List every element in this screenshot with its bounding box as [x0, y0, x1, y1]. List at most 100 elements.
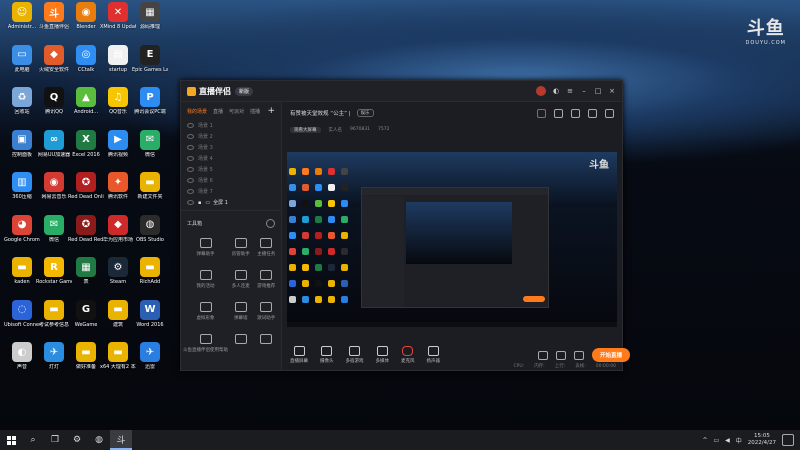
desktop-icon[interactable]: ▦ 源码推理 — [132, 2, 168, 42]
bell-icon[interactable] — [588, 108, 597, 118]
taskbar-search-icon[interactable]: ⌕ — [22, 430, 44, 450]
desktop-icon[interactable]: ▬ 做好准备 — [68, 342, 104, 382]
tab-insert[interactable]: 插播 — [250, 108, 260, 115]
eye-icon[interactable] — [187, 189, 194, 194]
tool-item[interactable]: 我的活动 — [183, 266, 228, 294]
desktop-icon[interactable]: ▥ 360压缩 — [4, 172, 40, 212]
stream-title[interactable]: 有赞被天堂效规 “公主” | — [290, 109, 351, 117]
desktop-icon[interactable]: ☺ Administr... — [4, 2, 40, 42]
desktop-icon[interactable]: ▲ Android... — [68, 87, 104, 127]
eye-icon[interactable] — [187, 123, 194, 128]
add-scene-icon[interactable]: + — [267, 106, 275, 116]
settings-icon[interactable] — [573, 350, 584, 360]
desktop-icon[interactable]: ◐ 声音 — [4, 342, 40, 382]
close-icon[interactable]: × — [608, 87, 616, 95]
tool-item[interactable]: 多人连麦 — [228, 266, 254, 294]
tool-item[interactable]: 房管助手 — [228, 234, 254, 262]
scene-item[interactable]: 场景 1 — [181, 120, 281, 131]
stream-preview[interactable]: 斗鱼 — [287, 152, 617, 327]
scene-item[interactable]: 场景 3 — [181, 142, 281, 153]
skin-icon[interactable]: ◐ — [552, 87, 560, 95]
desktop-icon[interactable]: ◕ Google Chrome — [4, 214, 40, 255]
menu-icon[interactable]: ≡ — [566, 87, 574, 95]
desktop-icon[interactable]: ▬ RichAdd — [132, 257, 168, 297]
desktop-icon[interactable]: ♻ 回收站 — [4, 87, 40, 127]
message-icon[interactable] — [571, 108, 580, 118]
desktop-icon[interactable]: ▣ 控制面板 — [4, 129, 40, 170]
tool-item[interactable] — [228, 330, 254, 358]
desktop-icon[interactable]: ▶ 腾讯视频 — [100, 129, 136, 170]
desktop-icon[interactable]: ✪ Red Dead Online — [68, 172, 104, 212]
desktop-icon[interactable]: ▬ 考试参考信息 — [36, 299, 72, 340]
taskbar-settings-icon[interactable]: ⚙ — [66, 430, 88, 450]
live-companion-window[interactable]: 直播伴侣 新版 ◐ ≡ – □ × 我的场景 直播 可派对 插播 + 场景 1场… — [180, 80, 630, 371]
desktop-icon[interactable]: EEpic Games Launcher — [132, 44, 168, 85]
desktop-icon[interactable]: ✉ 微信 — [36, 214, 72, 255]
desktop-icon[interactable]: P 腾讯会议PC端 — [132, 87, 168, 127]
desktop-icon[interactable]: ▬ kaden — [4, 257, 40, 297]
desktop-icon[interactable]: ▭ 此电脑 — [4, 44, 40, 85]
tab-live[interactable]: 直播 — [213, 108, 223, 115]
desktop-icon[interactable]: ◌ Ubisoft Connect — [4, 299, 40, 340]
desktop-icon[interactable]: ∞ 网易UU加速器 — [36, 129, 72, 170]
scene-item[interactable]: 场景 7 — [181, 186, 281, 197]
desktop-icon[interactable]: ⚙ Steam — [100, 257, 136, 297]
desktop-icon[interactable]: R Rockstar Games... — [36, 257, 72, 297]
desktop-icon[interactable]: G WeGame — [68, 299, 104, 340]
desktop-icon[interactable]: ✦ 腾讯软件 — [100, 172, 136, 212]
tray-up-icon[interactable]: ^ — [702, 437, 707, 444]
desktop-icon[interactable]: ▬ 新建文件夹 — [132, 172, 168, 212]
scene-item[interactable]: 场景 2 — [181, 131, 281, 142]
share-icon[interactable] — [605, 108, 614, 118]
tool-item[interactable]: 弹幕墙 — [228, 298, 254, 326]
tab-party[interactable]: 可派对 — [229, 108, 244, 115]
tool-item[interactable]: 歌词助手 — [254, 298, 280, 326]
scene-item[interactable]: 场景 4 — [181, 153, 281, 164]
desktop-icon[interactable]: X Excel 2016 — [68, 129, 104, 170]
eye-icon[interactable] — [187, 178, 194, 183]
tool-item[interactable] — [254, 330, 280, 358]
eye-icon[interactable] — [187, 156, 194, 161]
eye-icon[interactable] — [187, 200, 194, 205]
desktop-icon[interactable]: W Word 2016 — [132, 299, 168, 340]
tool-item[interactable]: 游戏推荐 — [254, 266, 280, 294]
desktop-icon[interactable]: ✕ XMind 8 Update 9 — [100, 2, 136, 42]
taskbar-douyu-icon[interactable]: 斗 — [110, 430, 132, 450]
desktop-icon[interactable]: ▦ 表 — [68, 257, 104, 297]
record-icon[interactable] — [537, 350, 548, 360]
desktop-icon[interactable]: ◆ 华为应用市场 — [100, 214, 136, 255]
minimize-icon[interactable]: – — [580, 87, 588, 95]
eye-icon[interactable] — [187, 145, 194, 150]
start-live-button[interactable]: 开始直播 — [591, 348, 630, 362]
taskbar-taskview-icon[interactable]: ❐ — [44, 430, 66, 450]
bigscreen-chip[interactable]: 观看大屏幕 — [290, 126, 321, 133]
desktop-icon[interactable]: ◉ Blender — [68, 2, 104, 42]
preview-eye-icon[interactable] — [555, 350, 566, 360]
user-avatar[interactable] — [536, 86, 546, 96]
volume-icon[interactable]: ◀ — [725, 437, 730, 444]
eye-icon[interactable] — [187, 134, 194, 139]
desktop-icon[interactable]: Q 腾讯QQ — [36, 87, 72, 127]
scene-item[interactable]: 场景 5 — [181, 164, 281, 175]
desktop-icon[interactable]: ◍ OBS Studio — [132, 214, 168, 255]
tool-item[interactable]: 斗鱼直播伴侣使用帮助 — [183, 330, 228, 358]
tool-item[interactable]: 弹幕助手 — [183, 234, 228, 262]
gift-icon[interactable] — [537, 108, 546, 118]
start-button[interactable] — [0, 430, 22, 450]
clock[interactable]: 15:05 2022/4/27 — [748, 433, 776, 447]
tool-item[interactable]: 虚拟形象 — [183, 298, 228, 326]
eye-icon[interactable] — [187, 167, 194, 172]
desktop-icon[interactable]: ◉ 网易云音乐 — [36, 172, 72, 212]
taskbar-steam-icon[interactable]: ◍ — [88, 430, 110, 450]
current-scene[interactable]: ▪ ▭ 全屏 1 — [181, 197, 281, 208]
desktop-icon[interactable]: ✉ 微信 — [132, 129, 168, 170]
share-screen-icon[interactable] — [554, 108, 563, 118]
tool-item[interactable]: 主播任务 — [254, 234, 280, 262]
desktop-icon[interactable]: ✪Red Dead Redempti... — [68, 214, 104, 255]
ime-indicator[interactable]: 中 — [736, 436, 742, 445]
desktop-icon[interactable]: ✈ 灯灯 — [36, 342, 72, 382]
desktop-icon[interactable]: ▤ startup — [100, 44, 136, 85]
scene-item[interactable]: 场景 6 — [181, 175, 281, 186]
desktop-icon[interactable]: ◆ 火绒安全软件 — [36, 44, 72, 85]
category-tag[interactable]: 娱乐 — [356, 109, 374, 117]
